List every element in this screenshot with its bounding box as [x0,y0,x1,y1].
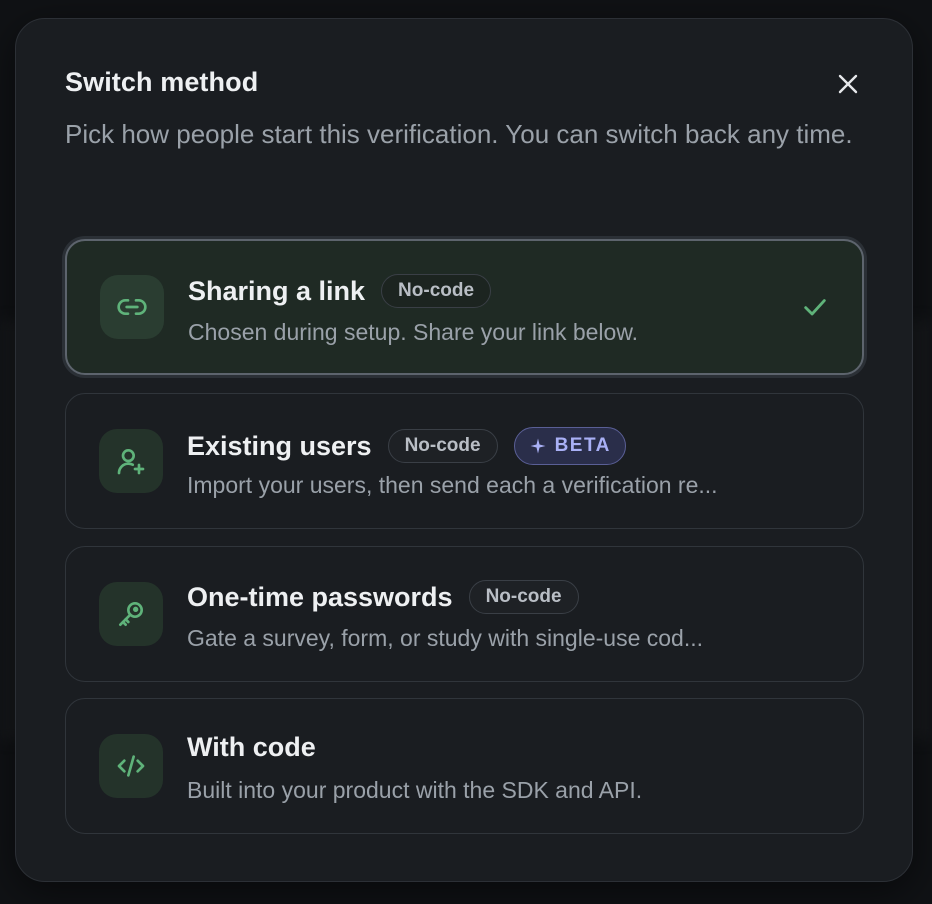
dialog-subtitle: Pick how people start this verification.… [65,119,853,149]
no-code-tag: No-code [468,580,579,614]
beta-badge: BETA [513,427,626,465]
option-description: Chosen during setup. Share your link bel… [188,319,639,345]
key-icon [99,582,163,646]
no-code-tag: No-code [381,274,492,308]
option-one-time-passwords[interactable]: One-time passwords No-code Gate a survey… [65,546,864,682]
user-plus-icon [99,429,163,493]
option-title: Existing users [187,430,372,461]
option-description: Gate a survey, form, or study with singl… [187,625,704,651]
sparkle-icon [530,438,546,454]
option-title: One-time passwords [187,581,453,612]
option-description: Built into your product with the SDK and… [187,777,643,803]
option-existing-users[interactable]: Existing users No-code BETA Import your … [65,393,864,529]
dialog-title: Switch method [65,67,259,97]
beta-label: BETA [554,435,611,456]
switch-method-dialog: Switch method Pick how people start this… [15,18,913,882]
option-description: Import your users, then send each a veri… [187,472,718,498]
option-title: Sharing a link [188,275,366,306]
option-title: With code [187,732,316,762]
option-sharing-link[interactable]: Sharing a link No-code Chosen during set… [65,239,864,375]
close-icon [838,74,858,94]
no-code-tag: No-code [387,429,498,463]
close-button[interactable] [833,69,863,99]
link-icon [100,275,164,339]
check-icon [800,292,830,322]
code-icon [99,734,163,798]
option-with-code[interactable]: With code Built into your product with t… [65,698,864,834]
